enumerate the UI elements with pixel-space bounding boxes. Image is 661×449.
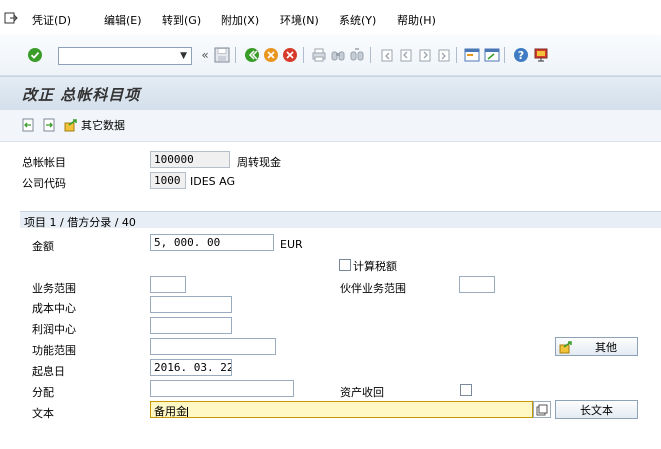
cancel-icon[interactable] xyxy=(281,46,299,64)
new-session-icon[interactable] xyxy=(463,46,481,64)
help-icon[interactable]: ? xyxy=(512,46,530,64)
other-button-label: 其他 xyxy=(595,340,617,354)
print-icon[interactable] xyxy=(310,46,328,64)
long-text-button[interactable]: 长文本 xyxy=(555,400,638,419)
partner-business-area-label: 伙伴业务范围 xyxy=(340,282,406,295)
edit-arrow-icon xyxy=(64,119,77,132)
other-data-button[interactable]: 其它数据 xyxy=(64,117,125,133)
company-code-field: 1000 xyxy=(150,172,186,189)
layout-icon[interactable] xyxy=(532,46,550,64)
last-page-icon[interactable] xyxy=(435,46,453,64)
page-title: 改正 总帐科目项 xyxy=(22,86,141,104)
assignment-label: 分配 xyxy=(32,386,54,399)
menu-goto[interactable]: 转到(G) xyxy=(162,12,201,28)
shortcut-icon[interactable] xyxy=(483,46,501,64)
functional-area-field[interactable] xyxy=(150,338,276,355)
other-button[interactable]: 其他 xyxy=(555,337,638,356)
prev-page-icon[interactable] xyxy=(397,46,415,64)
value-date-label: 起息日 xyxy=(32,365,65,378)
long-text-button-label: 长文本 xyxy=(580,403,613,417)
menu-extras[interactable]: 附加(X) xyxy=(221,12,259,28)
toolbar-separator xyxy=(235,47,236,63)
menu-help[interactable]: 帮助(H) xyxy=(397,12,436,28)
asset-retirement-checkbox[interactable] xyxy=(460,384,472,396)
exit-session-icon[interactable] xyxy=(4,12,18,24)
toolbar-separator xyxy=(303,47,304,63)
save-icon[interactable] xyxy=(213,46,231,64)
next-document-button[interactable] xyxy=(42,117,56,133)
next-document-icon xyxy=(43,118,55,132)
menu-system[interactable]: 系统(Y) xyxy=(339,12,376,28)
calc-tax-checkbox[interactable] xyxy=(339,259,351,271)
gl-account-label: 总帐帐目 xyxy=(22,156,66,169)
menu-environment[interactable]: 环境(N) xyxy=(280,12,319,28)
profit-center-label: 利润中心 xyxy=(32,323,76,336)
header-section xyxy=(0,145,661,193)
text-cursor xyxy=(187,406,188,417)
collapse-icon[interactable]: « xyxy=(196,46,214,64)
functional-area-label: 功能范围 xyxy=(32,344,76,357)
gl-account-description: 周转现金 xyxy=(237,156,281,169)
business-area-label: 业务范围 xyxy=(32,282,76,295)
menu-edit[interactable]: 编辑(E) xyxy=(104,12,142,28)
edit-arrow-icon xyxy=(559,340,572,353)
toolbar-separator xyxy=(370,47,371,63)
svg-text:?: ? xyxy=(518,49,524,62)
copy-window-icon xyxy=(536,404,548,415)
cost-center-field[interactable] xyxy=(150,296,232,313)
company-code-description: IDES AG xyxy=(190,175,235,188)
value-date-field[interactable]: 2016. 03. 22 xyxy=(150,359,232,376)
business-area-field[interactable] xyxy=(150,276,186,293)
calc-tax-label: 计算税额 xyxy=(353,260,397,273)
chevron-down-icon[interactable]: ▼ xyxy=(180,51,187,61)
amount-label: 金额 xyxy=(32,240,54,253)
text-label: 文本 xyxy=(32,407,54,420)
command-field[interactable]: ▼ xyxy=(58,47,192,65)
item-section-title: 项目 1 / 借方分录 / 40 xyxy=(24,216,136,229)
profit-center-field[interactable] xyxy=(150,317,232,334)
find-next-icon[interactable] xyxy=(348,46,366,64)
asset-retirement-label: 资产收回 xyxy=(340,386,384,399)
next-page-icon[interactable] xyxy=(416,46,434,64)
nav-back-icon[interactable] xyxy=(243,46,261,64)
prev-document-icon xyxy=(22,118,34,132)
amount-field[interactable]: 5, 000. 00 xyxy=(150,234,274,251)
assignment-field[interactable] xyxy=(150,380,294,397)
text-field-value: 备用金 xyxy=(154,405,187,418)
cost-center-label: 成本中心 xyxy=(32,302,76,315)
exit-icon[interactable] xyxy=(262,46,280,64)
find-icon[interactable] xyxy=(329,46,347,64)
other-data-label: 其它数据 xyxy=(81,119,125,132)
toolbar-separator xyxy=(504,47,505,63)
partner-business-area-field[interactable] xyxy=(459,276,495,293)
menu-bar xyxy=(0,0,661,34)
company-code-label: 公司代码 xyxy=(22,177,66,190)
toolbar-separator xyxy=(456,47,457,63)
prev-document-button[interactable] xyxy=(21,117,35,133)
currency-label: EUR xyxy=(280,238,303,251)
menu-document[interactable]: 凭证(D) xyxy=(32,12,71,28)
text-field[interactable]: 备用金 xyxy=(150,401,533,418)
gl-account-field: 100000 xyxy=(150,151,230,168)
first-page-icon[interactable] xyxy=(378,46,396,64)
enter-icon[interactable] xyxy=(26,46,44,64)
text-expand-button[interactable] xyxy=(533,401,551,418)
